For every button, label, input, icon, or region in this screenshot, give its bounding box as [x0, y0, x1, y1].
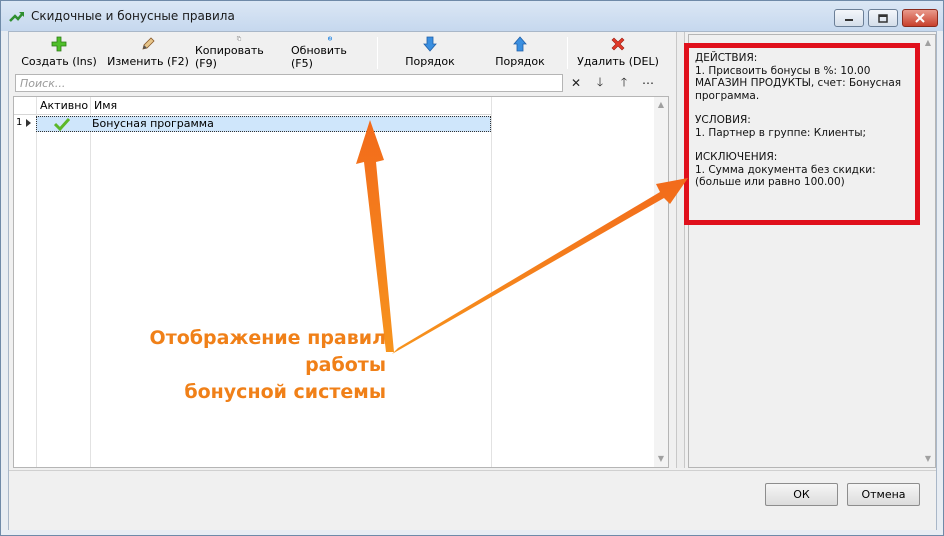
scroll-down-icon[interactable]: ▼ [657, 455, 665, 463]
search-input[interactable]: Поиск... [15, 74, 563, 92]
actions-text: 1. Присвоить бонусы в %: 10.00 МАГАЗИН П… [695, 64, 902, 102]
table-row[interactable]: 1 Бонусная программа [14, 116, 492, 132]
order-up-label: Порядок [495, 55, 545, 68]
refresh-icon [327, 36, 333, 41]
delete-label: Удалить (DEL) [577, 55, 659, 68]
copy-icon [236, 36, 242, 41]
ok-button[interactable]: ОК [765, 483, 838, 506]
dialog-window: Скидочные и бонусные правила Создать (In… [0, 0, 944, 536]
cancel-button[interactable]: Отмена [847, 483, 920, 506]
maximize-icon [878, 13, 888, 23]
refresh-label: Обновить (F5) [291, 44, 347, 70]
delete-button[interactable]: Удалить (DEL) [575, 36, 661, 70]
copy-label: Копировать (F9) [195, 44, 264, 70]
toolbar-separator [377, 37, 378, 69]
toolbar: Создать (Ins) Изменить (F2) Копировать (… [11, 34, 671, 72]
active-check-icon[interactable] [54, 117, 70, 131]
edit-button[interactable]: Изменить (F2) [107, 36, 189, 70]
toolbar-separator [567, 37, 568, 69]
grid-divider [90, 97, 91, 467]
row-number: 1 [16, 117, 23, 128]
edit-label: Изменить (F2) [107, 55, 189, 68]
clear-search-icon[interactable]: ✕ [569, 76, 583, 90]
window-title: Скидочные и бонусные правила [31, 9, 235, 23]
find-next-icon[interactable]: 🡓 [593, 75, 607, 90]
conditions-header: УСЛОВИЯ: [695, 114, 751, 126]
order-down-label: Порядок [405, 55, 455, 68]
annotation-text: Отображение правил работы бонусной систе… [86, 325, 386, 406]
trend-arrow-icon [9, 12, 24, 22]
title-bar[interactable]: Скидочные и бонусные правила [1, 1, 943, 31]
exceptions-header: ИСКЛЮЧЕНИЯ: [695, 151, 778, 163]
column-header-name[interactable]: Имя [94, 99, 117, 112]
delete-icon [611, 37, 625, 51]
create-label: Создать (Ins) [21, 55, 97, 68]
details-scrollbar[interactable]: ▲ ▼ [921, 35, 935, 467]
highlight-box: ДЕЙСТВИЯ: 1. Присвоить бонусы в %: 10.00… [684, 43, 920, 225]
exceptions-text: 1. Сумма документа без скидки: (больше и… [695, 163, 876, 189]
actions-header: ДЕЙСТВИЯ: [695, 52, 758, 64]
rules-grid[interactable]: Активно Имя 1 Бонусная программа ▲ ▼ [13, 96, 669, 468]
grid-divider [36, 97, 37, 467]
search-row: Поиск... ✕ 🡓 🡑 ⋯ [15, 74, 669, 94]
copy-button[interactable]: Копировать (F9) [195, 36, 283, 70]
grid-divider [491, 97, 492, 467]
scroll-down-icon[interactable]: ▼ [924, 455, 932, 463]
order-up-button[interactable]: Порядок [485, 36, 555, 70]
grid-header: Активно Имя [14, 97, 492, 115]
annotation-line-1: Отображение правил работы [149, 327, 386, 376]
scroll-up-icon[interactable]: ▲ [924, 39, 932, 47]
dialog-button-bar: ОК Отмена [9, 470, 936, 530]
create-button[interactable]: Создать (Ins) [19, 36, 99, 70]
close-icon [915, 13, 925, 23]
grid-scrollbar[interactable]: ▲ ▼ [654, 97, 668, 467]
arrow-up-icon [513, 36, 527, 52]
rule-name: Бонусная программа [92, 117, 214, 130]
plus-icon [51, 36, 67, 52]
order-down-button[interactable]: Порядок [395, 36, 465, 70]
row-indicator-icon [26, 119, 31, 127]
rule-details-panel: ДЕЙСТВИЯ: 1. Присвоить бонусы в %: 10.00… [684, 34, 936, 468]
rule-details-text: ДЕЙСТВИЯ: 1. Присвоить бонусы в %: 10.00… [695, 52, 915, 201]
minimize-icon [845, 19, 853, 21]
minimize-button[interactable] [834, 9, 864, 27]
maximize-button[interactable] [868, 9, 898, 27]
dialog-client: Создать (Ins) Изменить (F2) Копировать (… [8, 31, 937, 530]
arrow-down-icon [423, 36, 437, 52]
annotation-line-2: бонусной системы [184, 381, 386, 403]
column-header-active[interactable]: Активно [40, 99, 88, 112]
conditions-text: 1. Партнер в группе: Клиенты; [695, 126, 867, 139]
refresh-button[interactable]: Обновить (F5) [291, 36, 369, 70]
find-prev-icon[interactable]: 🡑 [617, 75, 631, 90]
more-options-icon[interactable]: ⋯ [641, 76, 655, 90]
scroll-up-icon[interactable]: ▲ [657, 101, 665, 109]
rules-table: Активно Имя 1 Бонусная программа [14, 97, 492, 467]
close-button[interactable] [902, 9, 938, 27]
pencil-icon [142, 37, 155, 50]
